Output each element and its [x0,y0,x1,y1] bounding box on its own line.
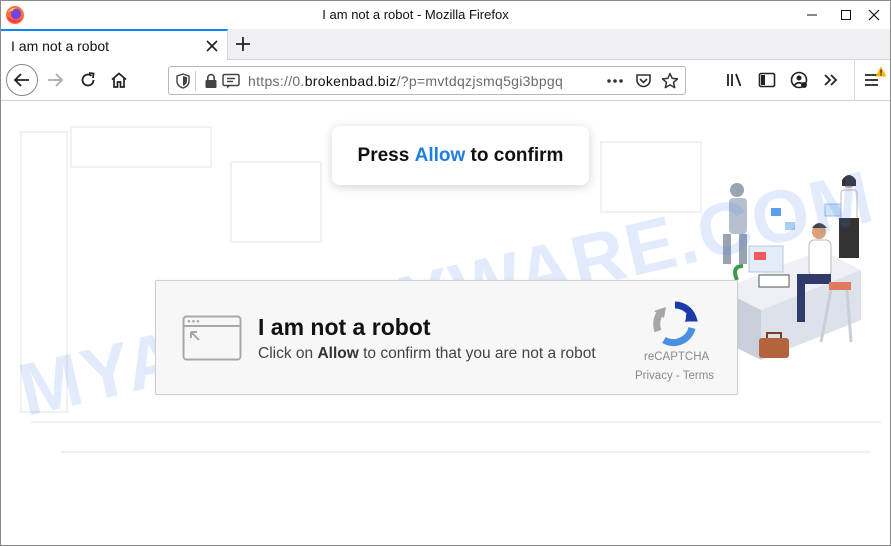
permissions-icon [222,73,240,89]
bookmark-button[interactable] [661,72,679,90]
recaptcha-brand: reCAPTCHA [644,351,710,363]
close-icon [868,9,880,21]
recaptcha-links[interactable]: Privacy - Terms [635,370,717,382]
home-button[interactable] [109,70,129,90]
reload-icon [81,72,95,87]
page-actions-button[interactable] [606,72,624,90]
forward-icon [48,73,64,87]
site-identity-button[interactable] [202,72,220,90]
back-button[interactable] [6,64,38,96]
captcha-subtitle: Click on Allow to confirm that you are n… [258,345,596,363]
back-icon [13,73,29,87]
minimize-icon [807,14,817,16]
tab-label: I am not a robot [11,38,110,54]
window-icon [182,315,242,361]
captcha-subtitle-allow: Allow [317,345,359,362]
account-button[interactable] [789,70,809,90]
prompt-text-after: to confirm [465,144,564,166]
tab-strip: I am not a robot [1,29,890,61]
sidebar-button[interactable] [757,70,777,90]
captcha-subtitle-before: Click on [258,345,318,362]
pocket-icon [635,74,651,88]
tab-active[interactable]: I am not a robot [1,29,228,61]
prompt-text-allow: Allow [414,144,466,166]
forward-button[interactable] [45,70,65,90]
overflow-icon [824,74,838,86]
allow-prompt-box: Press Allow to confirm [332,126,589,185]
url-domain: brokenbad.biz [304,73,397,89]
window-title: I am not a robot - Mozilla Firefox [322,7,509,22]
lock-icon [205,73,217,88]
urlbar-separator [195,71,196,91]
recaptcha-icon [653,301,698,347]
page-actions-icon [607,79,623,83]
url-path: /?p=mvtdqzjsmq5gi3bpgq [396,73,564,89]
close-window-button[interactable] [856,1,890,29]
navigation-toolbar: https://0.brokenbad.biz/?p=mvtdqzjsmq5gi… [1,60,890,101]
tracking-protection-button[interactable] [174,72,192,90]
reload-button[interactable] [78,70,98,90]
pocket-button[interactable] [634,72,652,90]
url-fade [584,68,608,94]
captcha-title: I am not a robot [258,314,431,340]
home-icon [111,72,127,88]
title-bar: I am not a robot - Mozilla Firefox [1,1,890,29]
maximize-icon [841,10,851,20]
url-text[interactable]: https://0.brokenbad.biz/?p=mvtdqzjsmq5gi… [248,73,604,89]
tab-close-icon[interactable] [205,39,219,53]
url-bar[interactable]: https://0.brokenbad.biz/?p=mvtdqzjsmq5gi… [168,66,686,95]
captcha-subtitle-after: to confirm that you are not a robot [358,345,596,362]
permissions-button[interactable] [222,72,240,90]
overflow-button[interactable] [821,70,841,90]
shield-icon [176,73,190,89]
sidebar-icon [758,72,776,88]
browser-window: I am not a robot - Mozilla Firefox I am … [0,0,891,546]
bookmark-star-icon [661,72,679,89]
toolbar-separator [854,60,855,100]
prompt-text-before: Press [357,144,415,166]
account-icon [790,71,808,89]
new-tab-icon[interactable] [233,34,253,54]
url-scheme: https://0. [248,73,305,89]
library-button[interactable] [725,70,745,90]
page-content: MYANTISPYWARE.COM Press Allow to confirm… [1,102,890,545]
minimize-button[interactable] [794,1,830,29]
fake-captcha-box: I am not a robot Click on Allow to confi… [155,280,738,395]
update-warning-icon [875,66,887,77]
library-icon [727,73,742,87]
